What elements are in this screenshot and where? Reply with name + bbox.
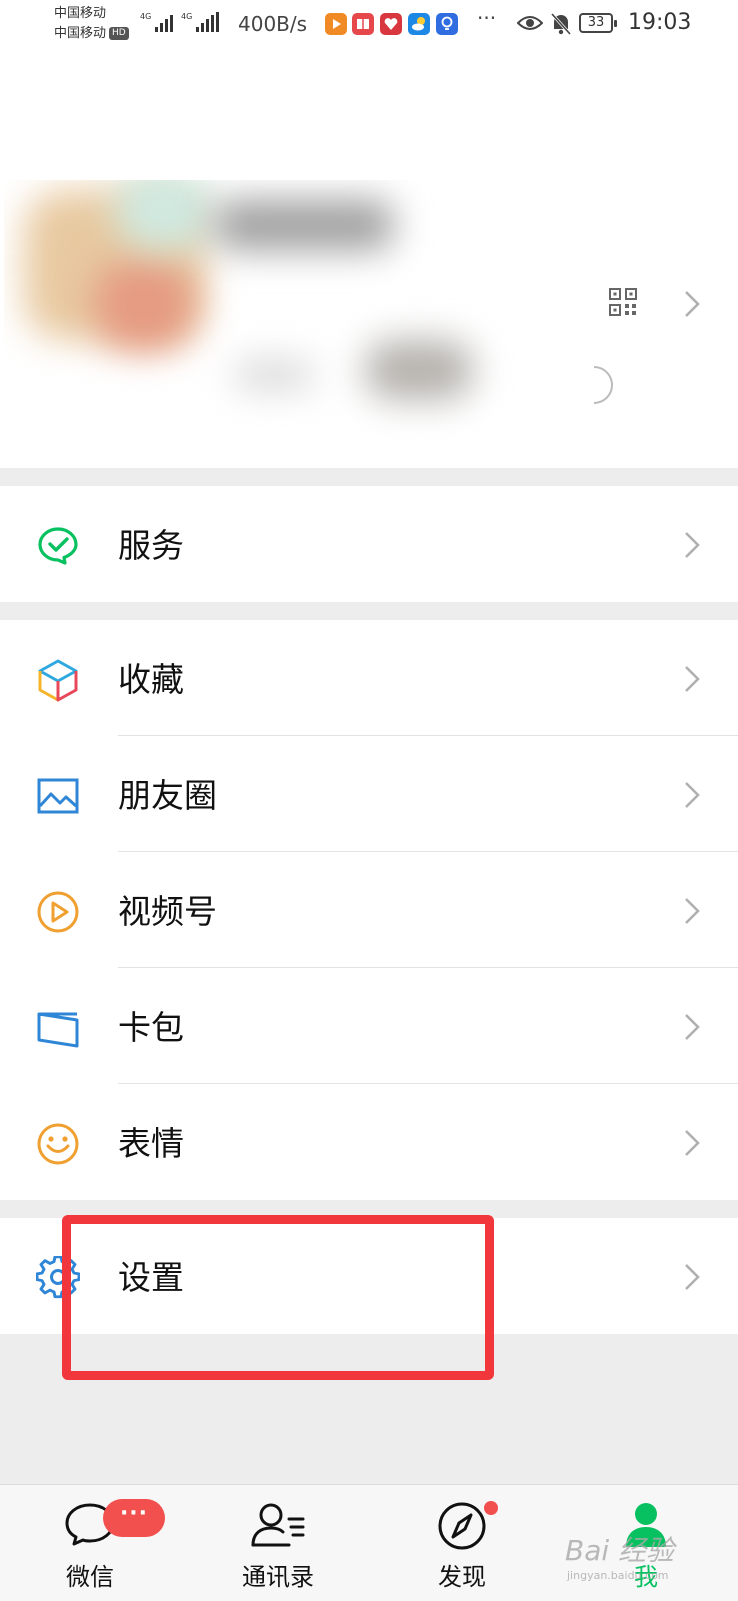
book-app-icon [352, 13, 374, 35]
favorites-cube-icon [38, 659, 78, 702]
contacts-icon [251, 1503, 305, 1547]
weather-app-icon [408, 13, 430, 35]
blurred-profile-info [4, 180, 596, 450]
watermark-sub: jingyan.baidu.com [567, 1569, 669, 1582]
discover-dot-badge [484, 1501, 498, 1515]
chevron-right-icon [685, 1130, 700, 1156]
menu-item-channels[interactable]: 视频号 [0, 852, 738, 968]
service-icon [38, 527, 78, 565]
moments-image-icon [37, 778, 79, 814]
tab-label-contacts: 通讯录 [242, 1563, 314, 1591]
chevron-right-icon [685, 1014, 700, 1040]
tab-contacts[interactable]: 通讯录 [218, 1485, 338, 1601]
bottom-tab-bar: 微信 ··· 通讯录 发现 我 Bai 经验 jingyan.baidu.com [0, 1484, 738, 1601]
tab-label-discover: 发现 [438, 1563, 486, 1591]
menu-item-moments[interactable]: 朋友圈 [0, 736, 738, 852]
menu-item-stickers[interactable]: 表情 [0, 1084, 738, 1200]
network-speed: 400B/s [238, 12, 308, 36]
menu-item-service[interactable]: 服务 [0, 486, 738, 602]
status-time: 19:03 [628, 10, 692, 35]
signal-strength-icon-2: 4G [181, 12, 220, 32]
compass-icon [438, 1502, 486, 1550]
carrier-name-2-text: 中国移动 [54, 26, 107, 41]
menu-label-stickers: 表情 [118, 1124, 184, 1163]
menu-group-main: 收藏 朋友圈 视频号 卡包 表情 [0, 620, 738, 1200]
network-type-label-2: 4G [181, 12, 193, 21]
bulb-app-icon [436, 13, 458, 35]
menu-item-cards[interactable]: 卡包 [0, 968, 738, 1084]
chevron-right-icon [685, 666, 700, 692]
highlight-annotation-box [62, 1215, 494, 1380]
chevron-right-icon [685, 1264, 700, 1290]
watermark: Bai 经验 [565, 1534, 675, 1567]
menu-label-channels: 视频号 [118, 892, 217, 931]
carrier-name-2: 中国移动 HD [54, 26, 129, 42]
menu-label-cards: 卡包 [118, 1008, 184, 1047]
more-notifications-icon: ··· [477, 6, 497, 30]
menu-item-favorites[interactable]: 收藏 [0, 620, 738, 736]
eye-icon [517, 16, 543, 30]
chevron-right-icon [685, 898, 700, 924]
status-bar: 中国移动 中国移动 HD 4G 4G 400B/s ··· 33 19:03 [0, 0, 738, 48]
video-app-icon [325, 13, 347, 35]
message-badge: ··· [103, 1499, 165, 1537]
signal-strength-icon: 4G [140, 12, 174, 32]
chevron-right-icon [685, 532, 700, 558]
profile-header[interactable] [0, 48, 738, 468]
channels-play-icon [37, 891, 79, 933]
battery-indicator: 33 [579, 13, 617, 33]
carrier-name-1: 中国移动 [54, 6, 107, 21]
qr-code-icon[interactable] [609, 288, 637, 316]
menu-label-moments: 朋友圈 [118, 776, 217, 815]
hd-badge: HD [109, 27, 129, 40]
chevron-right-icon[interactable] [684, 290, 700, 318]
tab-label-chats: 微信 [66, 1563, 114, 1591]
smiley-icon [37, 1123, 79, 1165]
menu-label-favorites: 收藏 [118, 660, 184, 699]
chevron-right-icon [685, 782, 700, 808]
menu-label-service: 服务 [118, 526, 184, 565]
network-type-label: 4G [140, 12, 152, 21]
tab-discover[interactable]: 发现 [402, 1485, 522, 1601]
menu-group-service: 服务 [0, 486, 738, 602]
heart-app-icon [380, 13, 402, 35]
card-wallet-icon [37, 1012, 79, 1048]
bell-mute-icon [550, 12, 572, 36]
